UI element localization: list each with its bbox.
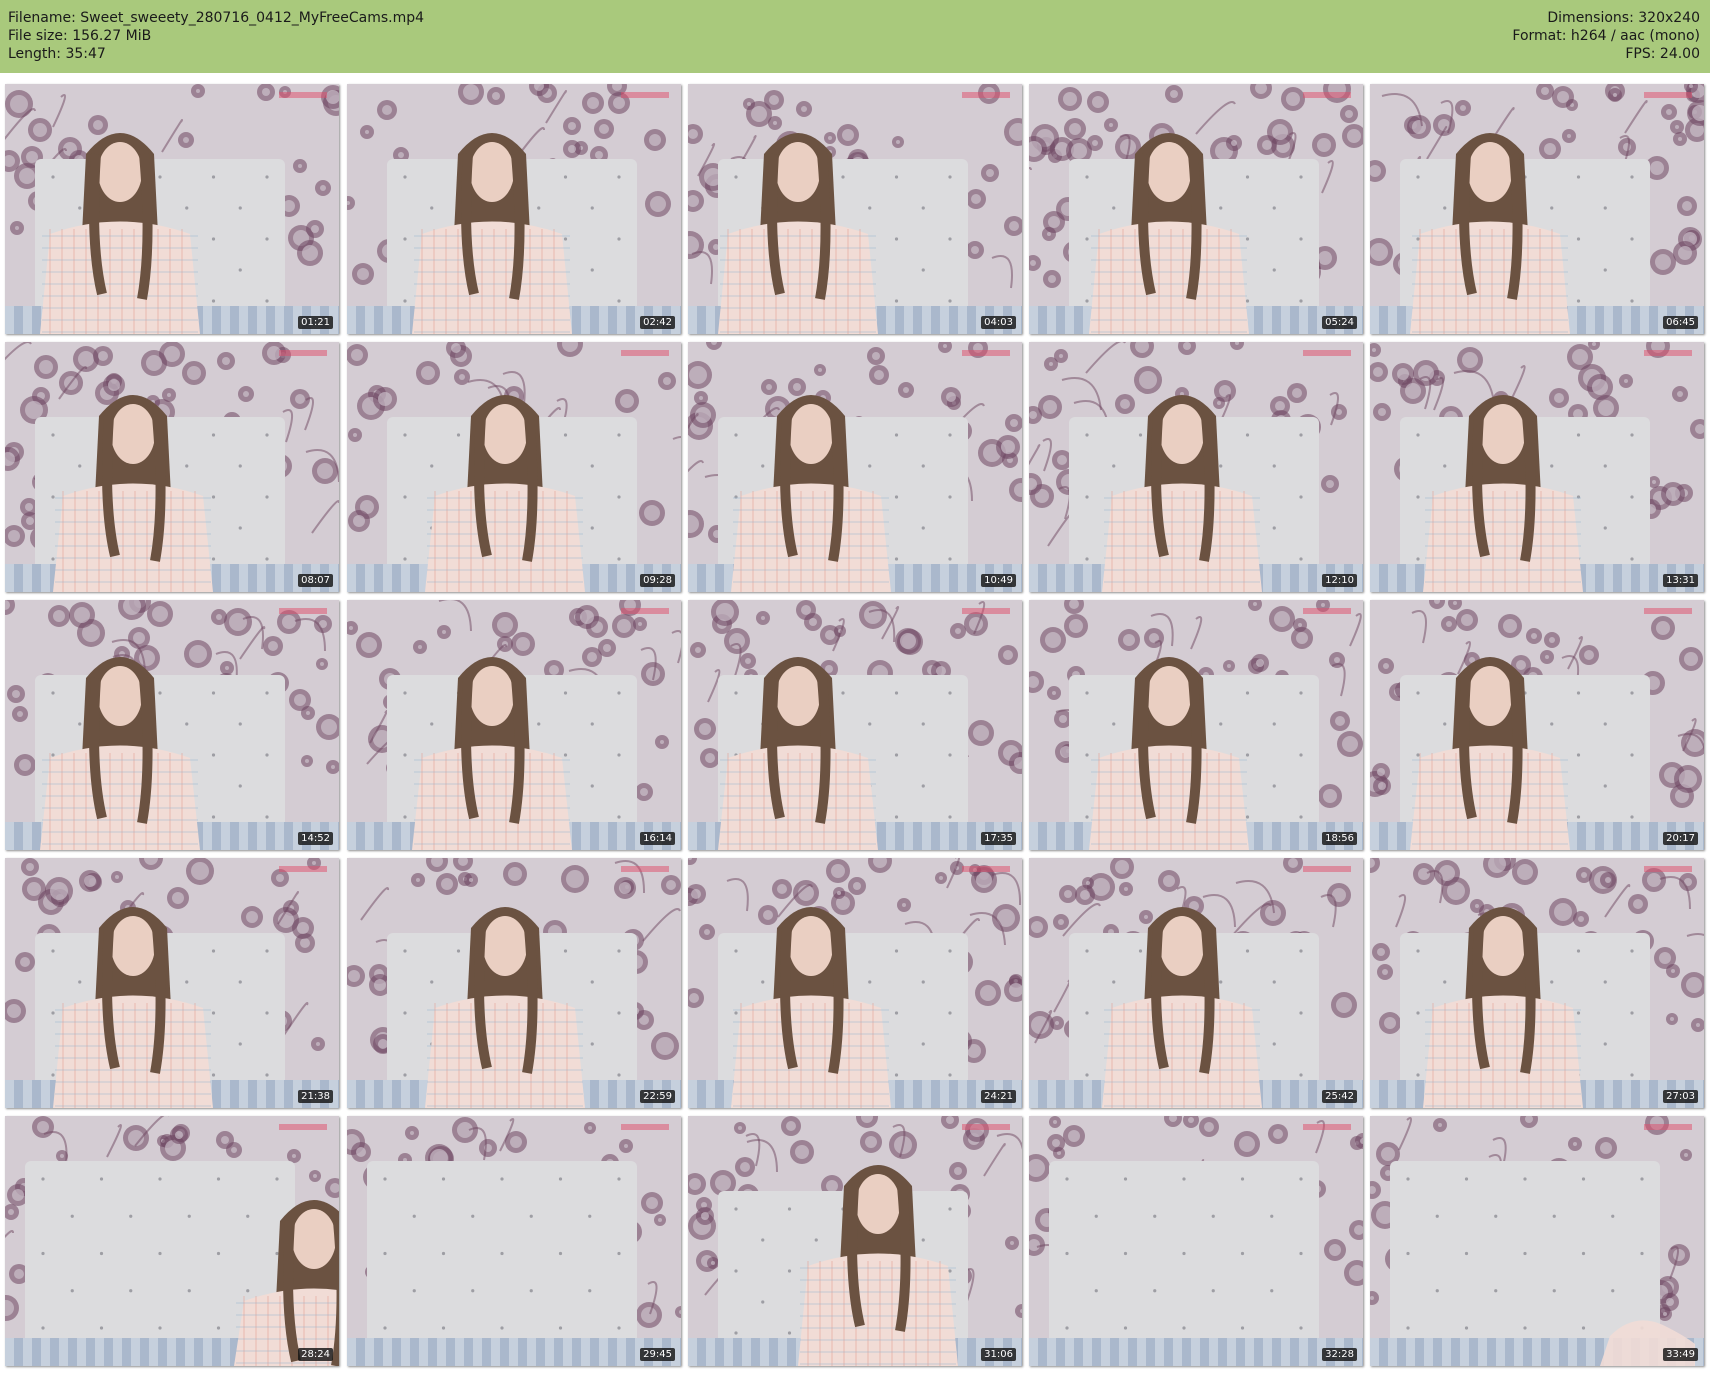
timestamp-label: 09:28 bbox=[640, 574, 675, 587]
frame-image bbox=[1370, 342, 1704, 592]
frame-image bbox=[688, 342, 1022, 592]
video-thumbnail[interactable]: 33:49 bbox=[1370, 1116, 1704, 1366]
frame-image bbox=[688, 600, 1022, 850]
frame-image bbox=[688, 84, 1022, 334]
timestamp-label: 12:10 bbox=[1322, 574, 1357, 587]
frame-image bbox=[688, 858, 1022, 1108]
timestamp-label: 01:21 bbox=[298, 316, 333, 329]
video-thumbnail[interactable]: 24:21 bbox=[688, 858, 1022, 1108]
timestamp-label: 13:31 bbox=[1663, 574, 1698, 587]
frame-image bbox=[5, 600, 339, 850]
timestamp-label: 22:59 bbox=[640, 1090, 675, 1103]
timestamp-label: 32:28 bbox=[1322, 1348, 1357, 1361]
timestamp-label: 27:03 bbox=[1663, 1090, 1698, 1103]
file-info-right: Dimensions: 320x240 Format: h264 / aac (… bbox=[1512, 9, 1700, 63]
frame-image bbox=[1029, 84, 1363, 334]
video-thumbnail[interactable]: 16:14 bbox=[347, 600, 681, 850]
video-thumbnail[interactable]: 13:31 bbox=[1370, 342, 1704, 592]
timestamp-label: 29:45 bbox=[640, 1348, 675, 1361]
timestamp-label: 10:49 bbox=[981, 574, 1016, 587]
timestamp-label: 25:42 bbox=[1322, 1090, 1357, 1103]
file-info-left: Filename: Sweet_sweeety_280716_0412_MyFr… bbox=[8, 9, 424, 63]
fps-text: FPS: 24.00 bbox=[1625, 46, 1700, 62]
format-text: Format: h264 / aac (mono) bbox=[1512, 28, 1700, 44]
frame-image bbox=[5, 858, 339, 1108]
video-thumbnail[interactable]: 22:59 bbox=[347, 858, 681, 1108]
frame-image bbox=[5, 1116, 339, 1366]
timestamp-label: 02:42 bbox=[640, 316, 675, 329]
info-header: Filename: Sweet_sweeety_280716_0412_MyFr… bbox=[0, 0, 1710, 73]
timestamp-label: 17:35 bbox=[981, 832, 1016, 845]
video-thumbnail[interactable]: 31:06 bbox=[688, 1116, 1022, 1366]
frame-image bbox=[347, 858, 681, 1108]
video-thumbnail[interactable]: 08:07 bbox=[5, 342, 339, 592]
timestamp-label: 21:38 bbox=[298, 1090, 333, 1103]
timestamp-label: 16:14 bbox=[640, 832, 675, 845]
timestamp-label: 33:49 bbox=[1663, 1348, 1698, 1361]
video-thumbnail[interactable]: 29:45 bbox=[347, 1116, 681, 1366]
video-thumbnail[interactable]: 09:28 bbox=[347, 342, 681, 592]
video-thumbnail[interactable]: 18:56 bbox=[1029, 600, 1363, 850]
timestamp-label: 20:17 bbox=[1663, 832, 1698, 845]
video-thumbnail[interactable]: 06:45 bbox=[1370, 84, 1704, 334]
video-thumbnail[interactable]: 17:35 bbox=[688, 600, 1022, 850]
video-thumbnail[interactable]: 05:24 bbox=[1029, 84, 1363, 334]
frame-image bbox=[347, 600, 681, 850]
frame-image bbox=[1029, 342, 1363, 592]
frame-image bbox=[1370, 84, 1704, 334]
frame-image bbox=[5, 84, 339, 334]
timestamp-label: 24:21 bbox=[981, 1090, 1016, 1103]
video-thumbnail[interactable]: 21:38 bbox=[5, 858, 339, 1108]
video-thumbnail[interactable]: 04:03 bbox=[688, 84, 1022, 334]
video-thumbnail[interactable]: 02:42 bbox=[347, 84, 681, 334]
length-text: Length: 35:47 bbox=[8, 46, 106, 62]
frame-image bbox=[1029, 858, 1363, 1108]
dimensions-text: Dimensions: 320x240 bbox=[1547, 10, 1700, 26]
video-thumbnail[interactable]: 12:10 bbox=[1029, 342, 1363, 592]
frame-image bbox=[1029, 1116, 1363, 1366]
video-thumbnail[interactable]: 25:42 bbox=[1029, 858, 1363, 1108]
timestamp-label: 04:03 bbox=[981, 316, 1016, 329]
frame-image bbox=[347, 84, 681, 334]
video-thumbnail[interactable]: 20:17 bbox=[1370, 600, 1704, 850]
timestamp-label: 14:52 bbox=[298, 832, 333, 845]
filename-text: Filename: Sweet_sweeety_280716_0412_MyFr… bbox=[8, 10, 425, 26]
timestamp-label: 08:07 bbox=[298, 574, 333, 587]
video-thumbnail[interactable]: 28:24 bbox=[5, 1116, 339, 1366]
frame-image bbox=[347, 1116, 681, 1366]
video-thumbnail[interactable]: 01:21 bbox=[5, 84, 339, 334]
timestamp-label: 05:24 bbox=[1322, 316, 1357, 329]
video-thumbnail[interactable]: 14:52 bbox=[5, 600, 339, 850]
frame-image bbox=[5, 342, 339, 592]
frame-image bbox=[1370, 858, 1704, 1108]
frame-image bbox=[1029, 600, 1363, 850]
timestamp-label: 31:06 bbox=[981, 1348, 1016, 1361]
video-thumbnail[interactable]: 27:03 bbox=[1370, 858, 1704, 1108]
video-thumbnail[interactable]: 32:28 bbox=[1029, 1116, 1363, 1366]
frame-image bbox=[1370, 1116, 1704, 1366]
file-size-text: File size: 156.27 MiB bbox=[8, 28, 152, 44]
frame-image bbox=[688, 1116, 1022, 1366]
timestamp-label: 06:45 bbox=[1663, 316, 1698, 329]
frame-image bbox=[1370, 600, 1704, 850]
timestamp-label: 28:24 bbox=[298, 1348, 333, 1361]
video-thumbnail[interactable]: 10:49 bbox=[688, 342, 1022, 592]
frame-image bbox=[347, 342, 681, 592]
timestamp-label: 18:56 bbox=[1322, 832, 1357, 845]
